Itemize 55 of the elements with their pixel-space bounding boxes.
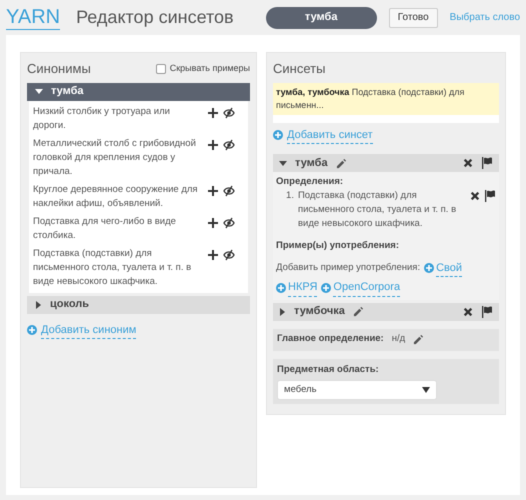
eye-slash-icon[interactable] [223, 184, 236, 196]
definition-text: Подставка (подставки) для письменного стола, туалета и т. п. в виде невысокого шкафчика. [298, 189, 458, 232]
plus-circle-icon[interactable] [321, 282, 332, 293]
plus-circle-icon[interactable] [424, 263, 434, 274]
done-button[interactable]: Готово [388, 8, 438, 28]
pencil-icon[interactable] [413, 334, 424, 345]
word-field[interactable]: тумба [266, 6, 377, 28]
panel-title: Синонимы [27, 60, 91, 78]
close-icon[interactable] [463, 158, 473, 168]
close-icon[interactable] [470, 191, 480, 202]
section-label: Пример(ы) употребления: [276, 239, 400, 254]
caret-down-icon[interactable] [279, 160, 288, 166]
checkbox[interactable] [156, 64, 166, 74]
plus-circle-icon[interactable] [27, 325, 37, 336]
synset-word-header[interactable]: тумба [273, 154, 499, 172]
flag-icon[interactable] [481, 306, 493, 318]
caret-right-icon[interactable] [279, 308, 286, 316]
pencil-icon[interactable] [336, 158, 347, 168]
caret-down-icon [422, 386, 430, 394]
caret-right-icon[interactable] [35, 300, 42, 308]
flag-icon[interactable] [481, 157, 493, 169]
eye-slash-icon[interactable] [223, 248, 236, 260]
main-definition-label: Главное определение: [277, 332, 384, 346]
eye-slash-icon[interactable] [223, 216, 236, 228]
plus-circle-icon[interactable] [273, 130, 284, 140]
panel-title: Синсеты [273, 60, 326, 78]
definition-text: Круглое деревянное сооружение для наклейки афиш, объявлений. [33, 182, 199, 210]
list-number: 1. [286, 189, 294, 204]
add-example-label: Добавить пример употребления: [276, 261, 420, 276]
plus-icon[interactable] [208, 218, 218, 228]
definition-text: Подставка для чего-либо в виде столбика. [33, 214, 177, 242]
definition-text: Металлический столб с грибовидной головкой для крепления судов у причала. [33, 136, 197, 178]
definition-text: Подставка (подставки) для письменного стола, туалета и т. п. в виде невысокого шкафчика. [33, 246, 192, 288]
eye-slash-icon[interactable] [223, 106, 236, 118]
synonym-header[interactable]: цоколь [27, 296, 250, 314]
domain-label: Предметная область: [277, 362, 380, 376]
plus-icon[interactable] [208, 108, 218, 118]
page-title: Редактор синсетов [76, 6, 234, 29]
plus-icon[interactable] [208, 186, 218, 196]
caret-down-icon[interactable] [35, 88, 43, 95]
definition-text: Низкий столбик у тротуара или дороги. [33, 104, 171, 132]
section-label: Определения: [276, 175, 344, 189]
plus-circle-icon[interactable] [276, 282, 286, 293]
synonym-header[interactable]: тумба [27, 82, 250, 100]
main-definition-value: н/д [392, 332, 406, 346]
synset-word-header[interactable]: тумбочка [273, 302, 499, 320]
close-icon[interactable] [463, 306, 473, 316]
pencil-icon[interactable] [352, 306, 364, 317]
eye-slash-icon[interactable] [223, 138, 236, 150]
domain-select[interactable]: мебель [277, 380, 438, 400]
flag-icon[interactable] [484, 190, 496, 202]
synset-item[interactable]: тумба, тумбочка Подставка (подставки) для письменн... [273, 82, 499, 114]
plus-icon[interactable] [208, 250, 218, 260]
plus-icon[interactable] [208, 140, 218, 150]
checkbox-label: Скрывать примеры [170, 62, 250, 75]
